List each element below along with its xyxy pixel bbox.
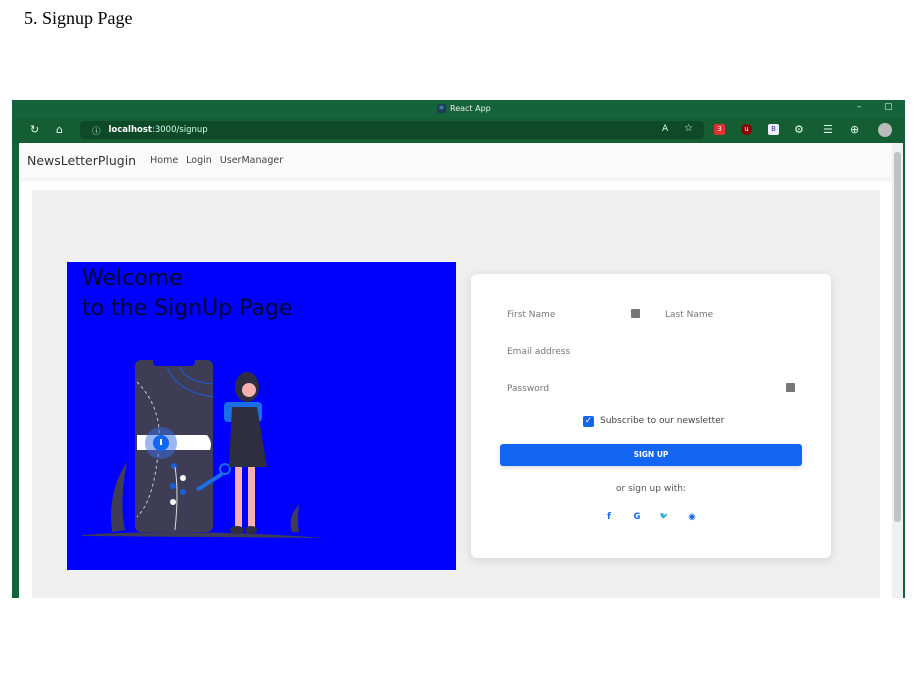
- ublock-icon[interactable]: u: [741, 124, 752, 135]
- read-aloud-icon[interactable]: A: [662, 124, 668, 134]
- favorites-icon[interactable]: ☰: [823, 123, 833, 136]
- minimize-button[interactable]: –: [857, 102, 862, 112]
- restore-button[interactable]: ▢: [884, 102, 893, 112]
- first-name-input[interactable]: First Name: [507, 310, 555, 320]
- signup-card: First Name Last Name Email address Passw…: [471, 274, 831, 558]
- github-icon[interactable]: ◉: [686, 512, 698, 522]
- info-icon: ⓘ: [92, 127, 101, 137]
- extension-b-icon[interactable]: B: [768, 124, 779, 135]
- url-path: :3000/signup: [151, 125, 208, 135]
- google-icon[interactable]: G: [631, 512, 643, 522]
- title-bar: ⚛ React App – ▢: [12, 100, 905, 118]
- url-input[interactable]: ⓘ localhost:3000/signup: [80, 121, 704, 139]
- collections-icon[interactable]: ⊕: [850, 123, 859, 136]
- alt-signup-text: or sign up with:: [616, 484, 686, 494]
- favorite-icon[interactable]: ☆: [684, 123, 693, 134]
- facebook-icon[interactable]: f: [603, 512, 615, 522]
- profile-avatar[interactable]: [878, 123, 892, 137]
- scrollbar-thumb[interactable]: [894, 152, 901, 522]
- extension-icon[interactable]: 3: [714, 124, 725, 135]
- hero-panel: Welcome to the SignUp Page: [67, 262, 456, 570]
- react-icon: ⚛: [437, 104, 446, 113]
- extensions-icon[interactable]: ⚙: [794, 123, 804, 136]
- window-title: React App: [450, 104, 491, 113]
- browser-window: ⚛ React App – ▢ ↻ ⌂ ⓘ localhost:3000/signu…: [12, 100, 905, 598]
- twitter-icon[interactable]: 🐦: [658, 512, 670, 520]
- web-page: NewsLetterPlugin Home Login UserManager …: [19, 143, 892, 598]
- navbar: NewsLetterPlugin Home Login UserManager: [19, 143, 892, 178]
- hero-heading: Welcome to the SignUp Page: [82, 266, 293, 321]
- last-name-input[interactable]: Last Name: [665, 310, 713, 320]
- brand-link[interactable]: NewsLetterPlugin: [27, 153, 136, 168]
- tab-title[interactable]: ⚛ React App: [437, 104, 491, 113]
- email-input[interactable]: Email address: [507, 347, 570, 357]
- address-bar-row: ↻ ⌂ ⓘ localhost:3000/signup A ☆ 3 u B ⚙ ☰…: [12, 118, 905, 143]
- nav-login[interactable]: Login: [186, 155, 212, 166]
- subscribe-label[interactable]: Subscribe to our newsletter: [600, 416, 724, 426]
- refresh-icon[interactable]: ↻: [30, 123, 39, 136]
- password-manager-icon[interactable]: [786, 383, 795, 392]
- nav-home[interactable]: Home: [150, 155, 178, 166]
- document-heading: 5. Signup Page: [24, 8, 133, 28]
- password-input[interactable]: Password: [507, 384, 549, 394]
- subscribe-checkbox[interactable]: ✓: [583, 416, 594, 427]
- signup-button[interactable]: SIGN UP: [500, 444, 802, 466]
- password-manager-icon[interactable]: [631, 309, 640, 318]
- home-icon[interactable]: ⌂: [56, 123, 63, 136]
- url-host: localhost: [108, 125, 152, 135]
- nav-usermanager[interactable]: UserManager: [220, 155, 283, 166]
